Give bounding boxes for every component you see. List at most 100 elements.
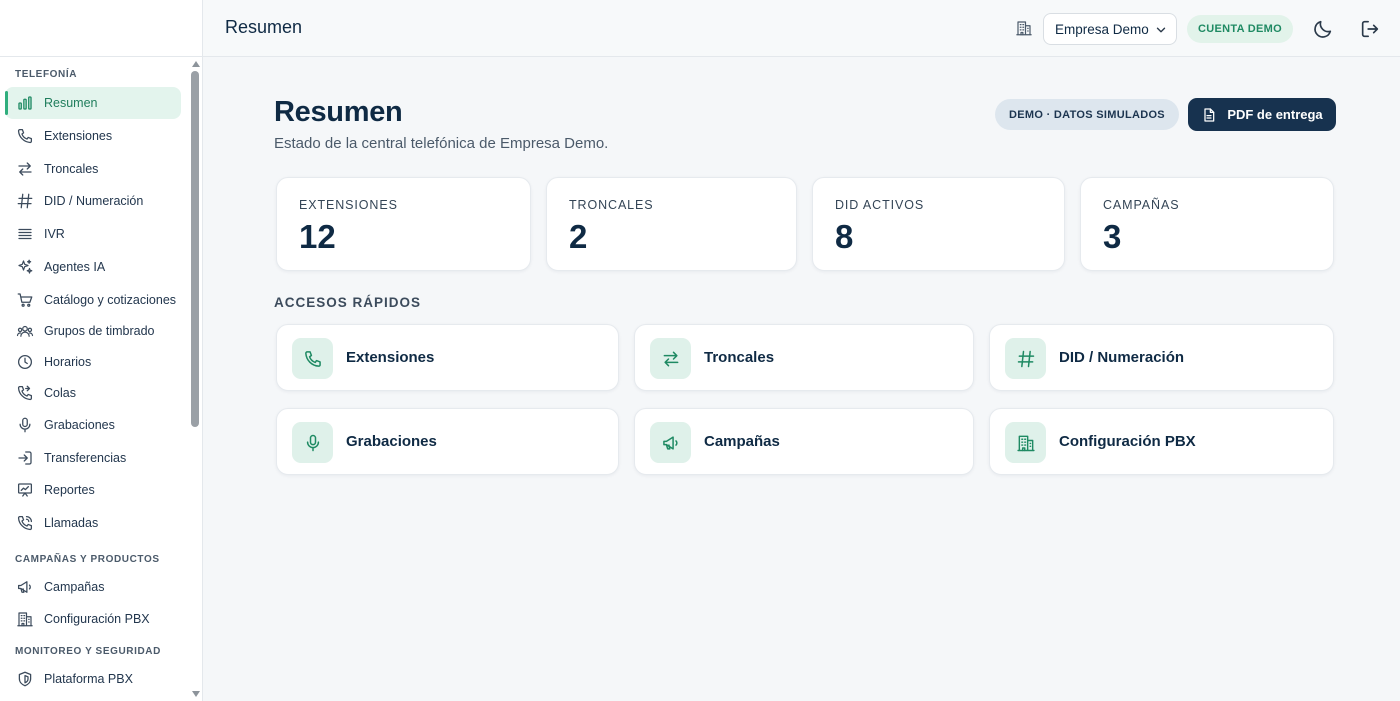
building-icon: [16, 610, 34, 628]
section-title-monitoreo: MONITOREO Y SEGURIDAD: [15, 646, 161, 657]
sidebar-item-horarios[interactable]: Horarios: [5, 346, 181, 378]
sidebar-item-catalogo[interactable]: Catálogo y cotizaciones: [5, 284, 181, 316]
sidebar-item-plataforma-pbx[interactable]: Plataforma PBX: [5, 663, 181, 695]
quick-link-campanas[interactable]: Campañas: [634, 408, 974, 475]
moon-icon[interactable]: [1312, 18, 1334, 40]
quick-link-label: Extensiones: [346, 349, 435, 366]
sidebar-item-grabaciones[interactable]: Grabaciones: [5, 409, 181, 441]
stat-value: 8: [835, 218, 854, 255]
sidebar-item-label: Transferencias: [44, 451, 127, 465]
arrows-swap-icon: [650, 338, 691, 379]
quick-link-configuracion-pbx[interactable]: Configuración PBX: [989, 408, 1334, 475]
sidebar-item-label: Grupos de timbrado: [44, 324, 155, 338]
sidebar-item-extensiones[interactable]: Extensiones: [5, 120, 181, 152]
sidebar-item-label: Grabaciones: [44, 418, 115, 432]
logout-icon[interactable]: [1359, 18, 1381, 40]
presentation-chart-icon: [16, 481, 34, 499]
page-subtitle: Estado de la central telefónica de Empre…: [274, 135, 609, 152]
sidebar-item-label: Resumen: [44, 96, 98, 110]
building-icon[interactable]: [1015, 19, 1033, 37]
hash-icon: [16, 192, 34, 210]
megaphone-icon: [650, 422, 691, 463]
stat-card-troncales: TRONCALES 2: [546, 177, 797, 271]
stat-label: DID ACTIVOS: [835, 198, 925, 212]
sidebar-item-label: Troncales: [44, 162, 99, 176]
sidebar-item-label: Configuración PBX: [44, 612, 150, 626]
sidebar-item-llamadas[interactable]: Llamadas: [5, 507, 181, 539]
mic-icon: [16, 416, 34, 434]
sparkles-icon: [16, 258, 34, 276]
account-badge: CUENTA DEMO: [1187, 15, 1293, 43]
quick-link-label: Campañas: [704, 433, 780, 450]
section-title-campanas: CAMPAÑAS Y PRODUCTOS: [15, 554, 160, 565]
building-icon: [1005, 422, 1046, 463]
stat-label: EXTENSIONES: [299, 198, 398, 212]
sidebar-item-label: IVR: [44, 227, 65, 241]
sidebar-item-troncales[interactable]: Troncales: [5, 153, 181, 185]
quick-link-label: Troncales: [704, 349, 775, 366]
sidebar-item-transferencias[interactable]: Transferencias: [5, 442, 181, 474]
sidebar-item-label: Llamadas: [44, 516, 99, 530]
topbar-title: Resumen: [225, 17, 303, 37]
stat-card-extensiones: EXTENSIONES 12: [276, 177, 531, 271]
quick-link-did[interactable]: DID / Numeración: [989, 324, 1334, 391]
sidebar-nav: TELEFONÍA Resumen Extensiones Troncales …: [0, 57, 190, 701]
scroll-down-arrow-icon[interactable]: [192, 691, 200, 697]
scrollbar-thumb[interactable]: [191, 71, 199, 427]
sidebar-item-label: Reportes: [44, 483, 95, 497]
sidebar-item-label: Colas: [44, 386, 76, 400]
hash-icon: [1005, 338, 1046, 379]
phone-icon: [292, 338, 333, 379]
pdf-button-label: PDF de entrega: [1227, 107, 1323, 122]
stat-value: 2: [569, 218, 588, 255]
sidebar-item-label: DID / Numeración: [44, 194, 144, 208]
topbar: Resumen Empresa Demo CUENTA DEMO: [203, 0, 1400, 57]
sidebar-item-ivr[interactable]: IVR: [5, 218, 181, 250]
sidebar-item-reportes[interactable]: Reportes: [5, 474, 181, 506]
page-title: Resumen: [274, 96, 403, 128]
arrows-swap-icon: [16, 160, 34, 178]
sidebar-item-configuracion-pbx[interactable]: Configuración PBX: [5, 603, 181, 635]
phone-icon: [16, 127, 34, 145]
scroll-up-arrow-icon[interactable]: [192, 61, 200, 67]
sidebar-item-resumen[interactable]: Resumen: [5, 87, 181, 119]
shield-icon: [16, 670, 34, 688]
sidebar-item-did[interactable]: DID / Numeración: [5, 185, 181, 217]
file-icon: [1201, 107, 1217, 123]
sidebar-item-colas[interactable]: Colas: [5, 377, 181, 409]
stat-value: 12: [299, 218, 336, 255]
sidebar-item-label: Plataforma PBX: [44, 672, 133, 686]
list-icon: [16, 225, 34, 243]
sidebar-item-campanas[interactable]: Campañas: [5, 571, 181, 603]
quick-link-label: Configuración PBX: [1059, 433, 1196, 450]
demo-badge: DEMO · DATOS SIMULADOS: [995, 99, 1179, 130]
sidebar-logo-area: [0, 0, 202, 57]
quick-access-title: ACCESOS RÁPIDOS: [274, 295, 422, 310]
quick-link-extensiones[interactable]: Extensiones: [276, 324, 619, 391]
clock-icon: [16, 353, 34, 371]
quick-link-label: Grabaciones: [346, 433, 437, 450]
cart-icon: [16, 291, 34, 309]
sidebar-item-label: Campañas: [44, 580, 105, 594]
quick-link-troncales[interactable]: Troncales: [634, 324, 974, 391]
sidebar-scrollbar[interactable]: [190, 57, 202, 701]
sidebar-item-label: Horarios: [44, 355, 92, 369]
sidebar-item-agentes-ia[interactable]: Agentes IA: [5, 251, 181, 283]
quick-link-grabaciones[interactable]: Grabaciones: [276, 408, 619, 475]
sidebar-item-label: Catálogo y cotizaciones: [44, 293, 177, 307]
section-title-telefonia: TELEFONÍA: [15, 69, 78, 80]
sidebar-item-grupos[interactable]: Grupos de timbrado: [5, 315, 181, 347]
megaphone-icon: [16, 578, 34, 596]
phone-forward-icon: [16, 384, 34, 402]
company-select[interactable]: Empresa Demo: [1043, 13, 1177, 45]
chevron-down-icon: [1154, 23, 1168, 37]
pdf-button[interactable]: PDF de entrega: [1188, 98, 1336, 131]
sidebar-item-label: Agentes IA: [44, 260, 106, 274]
stat-card-did-activos: DID ACTIVOS 8: [812, 177, 1065, 271]
stat-value: 3: [1103, 218, 1122, 255]
quick-link-label: DID / Numeración: [1059, 349, 1185, 366]
users-icon: [16, 322, 34, 340]
stat-card-campanas: CAMPAÑAS 3: [1080, 177, 1334, 271]
phone-call-icon: [16, 514, 34, 532]
bar-chart-icon: [16, 94, 34, 112]
